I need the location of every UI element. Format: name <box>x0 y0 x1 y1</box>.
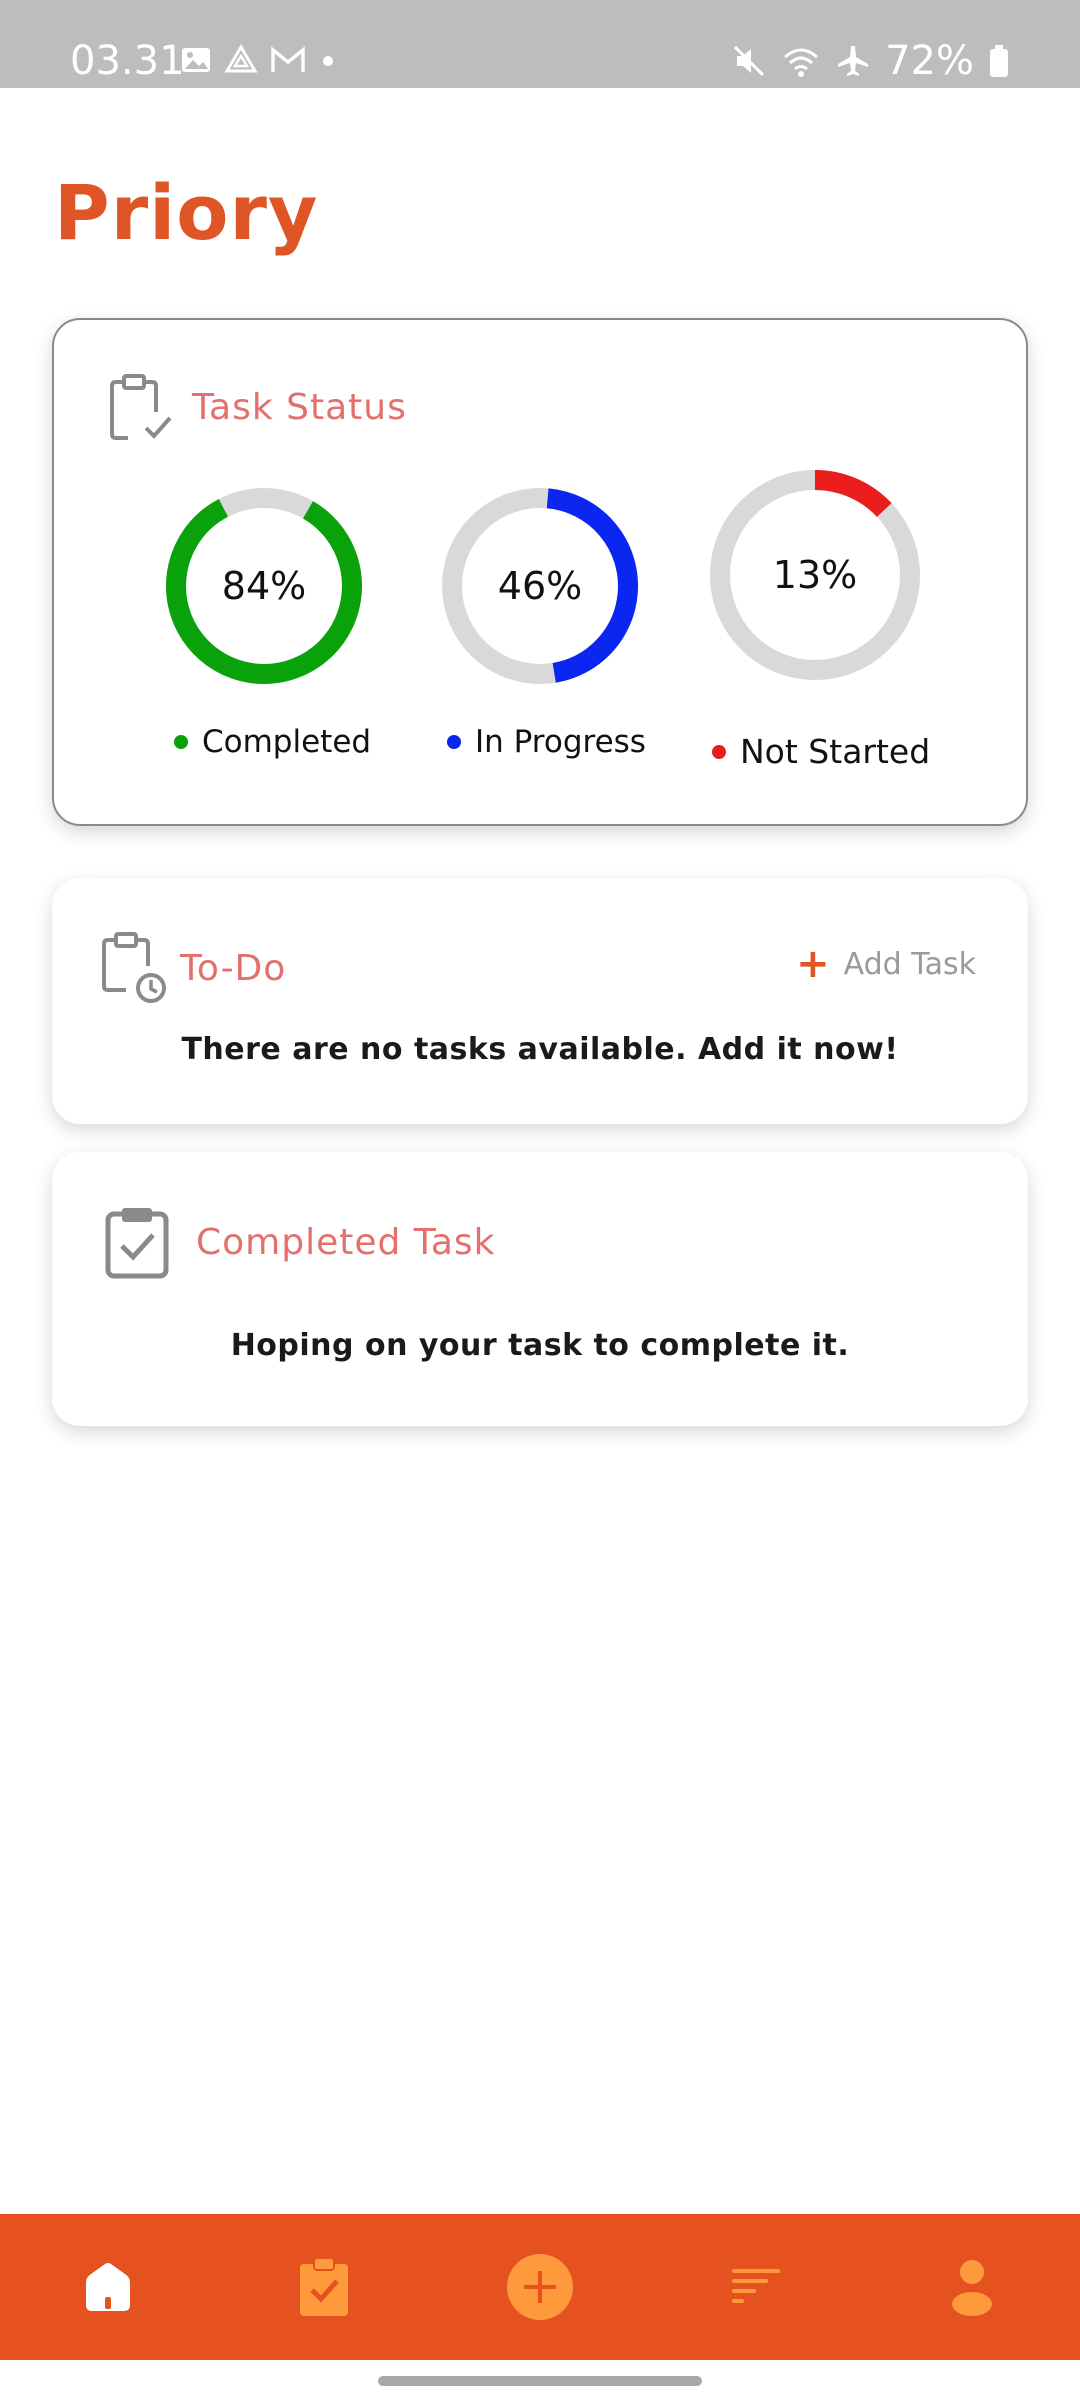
completed-percent: 84% <box>221 564 307 608</box>
not-started-ring: 13% <box>708 468 922 682</box>
airplane-icon <box>838 46 869 76</box>
app-title: Priory <box>54 168 319 257</box>
status-time: 03.31 <box>70 38 185 84</box>
task-status-card: Task Status 84% 46% 13% Completed In Pro… <box>52 318 1028 826</box>
gmail-icon <box>271 46 305 72</box>
add-task-label: Add Task <box>843 946 976 982</box>
profile-icon <box>952 2260 992 2316</box>
wifi-icon <box>784 48 819 77</box>
in-progress-percent: 46% <box>497 564 583 608</box>
add-icon <box>507 2254 573 2320</box>
not-started-percent: 13% <box>772 553 858 597</box>
legend-not-started: Not Started <box>712 732 930 771</box>
completed-task-title: Completed Task <box>196 1221 496 1263</box>
gesture-navigation-bar[interactable] <box>378 2376 702 2386</box>
task-status-header: Task Status <box>104 372 407 442</box>
clipboard-check-icon <box>110 374 172 440</box>
in-progress-dot <box>447 735 461 749</box>
completed-ring: 84% <box>164 486 364 686</box>
legend-completed-label: Completed <box>202 724 372 760</box>
completed-empty-message: Hoping on your task to complete it. <box>230 1328 850 1363</box>
status-icons-left <box>180 44 338 76</box>
drive-icon <box>224 44 258 73</box>
nav-tasks[interactable] <box>216 2214 432 2360</box>
nav-sort[interactable] <box>648 2214 864 2360</box>
in-progress-ring: 46% <box>440 486 640 686</box>
image-icon <box>182 48 210 72</box>
completed-task-header: Completed Task <box>102 1204 496 1280</box>
battery-percent: 72% <box>885 38 974 84</box>
legend-completed: Completed <box>174 724 371 760</box>
mute-icon <box>734 45 765 77</box>
legend-in-progress-label: In Progress <box>475 724 646 760</box>
legend-not-started-label: Not Started <box>740 732 931 771</box>
clipboard-done-icon <box>105 1208 169 1279</box>
battery-icon <box>990 45 1008 77</box>
nav-profile[interactable] <box>864 2214 1080 2360</box>
completed-dot <box>174 735 188 749</box>
completed-task-card: Completed Task Hoping on your task to co… <box>52 1152 1028 1426</box>
plus-icon: + <box>796 941 830 987</box>
sort-icon <box>732 2269 780 2303</box>
todo-card: To-Do + Add Task There are no tasks avai… <box>52 878 1028 1124</box>
nav-home[interactable] <box>0 2214 216 2360</box>
nav-add[interactable] <box>432 2214 648 2360</box>
home-icon <box>86 2263 130 2311</box>
todo-title: To-Do <box>180 947 287 989</box>
clipboard-clock-icon <box>102 932 166 1003</box>
status-icons-right: 72% <box>731 38 1010 84</box>
dot-icon <box>323 56 333 66</box>
add-task-button[interactable]: + Add Task <box>796 944 976 984</box>
todo-empty-message: There are no tasks available. Add it now… <box>181 1032 899 1067</box>
bottom-navigation <box>0 2214 1080 2360</box>
not-started-dot <box>712 744 726 759</box>
legend-in-progress: In Progress <box>447 724 646 760</box>
status-bar: 03.31 72% <box>0 0 1080 88</box>
task-status-title: Task Status <box>192 386 407 428</box>
todo-header: To-Do <box>96 930 286 1006</box>
tasks-icon <box>300 2257 348 2316</box>
